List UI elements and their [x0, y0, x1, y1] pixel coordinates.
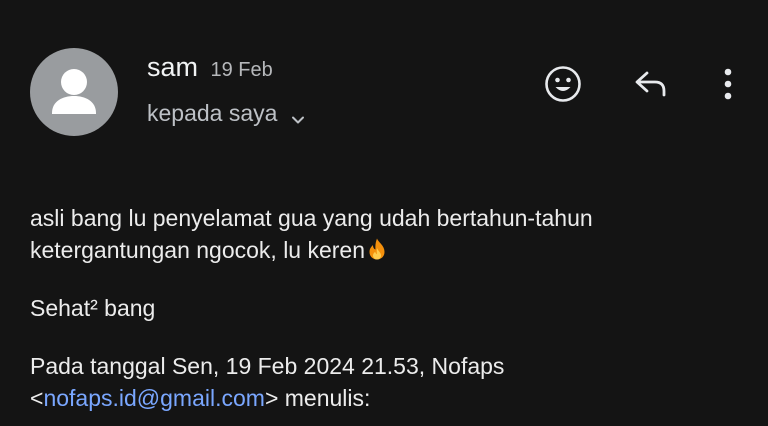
- quote-header-line: Pada tanggal Sen, 19 Feb 2024 21.53, Nof…: [30, 353, 505, 379]
- message-line: ketergantungan ngocok, lu keren: [30, 234, 750, 266]
- message-date: 19 Feb: [210, 59, 273, 81]
- message-line: asli bang lu penyelamat gua yang udah be…: [30, 205, 593, 231]
- sender-avatar[interactable]: [30, 48, 118, 136]
- chevron-down-icon[interactable]: [289, 104, 307, 124]
- more-options-button[interactable]: [706, 62, 750, 106]
- message-body: asli bang lu penyelamat gua yang udah be…: [30, 202, 750, 414]
- fire-icon: [365, 237, 389, 261]
- reply-icon: [635, 71, 666, 97]
- more-vert-icon: [724, 68, 732, 100]
- reply-button[interactable]: [629, 62, 673, 106]
- message-line: Sehat² bang: [30, 295, 156, 321]
- sender-name[interactable]: sam: [147, 52, 198, 82]
- person-icon: [52, 69, 96, 114]
- quote-bracket-open: <: [30, 385, 44, 411]
- recipient-toggle[interactable]: kepada saya: [147, 96, 307, 130]
- add-reaction-button[interactable]: [541, 62, 585, 106]
- quote-header-line: <nofaps.id@gmail.com> menulis:: [30, 382, 750, 414]
- message-header: sam 19 Feb kepada saya: [0, 0, 768, 150]
- quote-bracket-close: > menulis:: [264, 385, 371, 411]
- email-link[interactable]: nofaps.id@gmail.com: [43, 385, 265, 411]
- emoji-icon: [545, 66, 581, 102]
- message-line-text: ketergantungan ngocok, lu keren: [30, 237, 366, 263]
- sender-line: sam 19 Feb: [147, 50, 273, 89]
- recipient-label: kepada saya: [147, 100, 278, 126]
